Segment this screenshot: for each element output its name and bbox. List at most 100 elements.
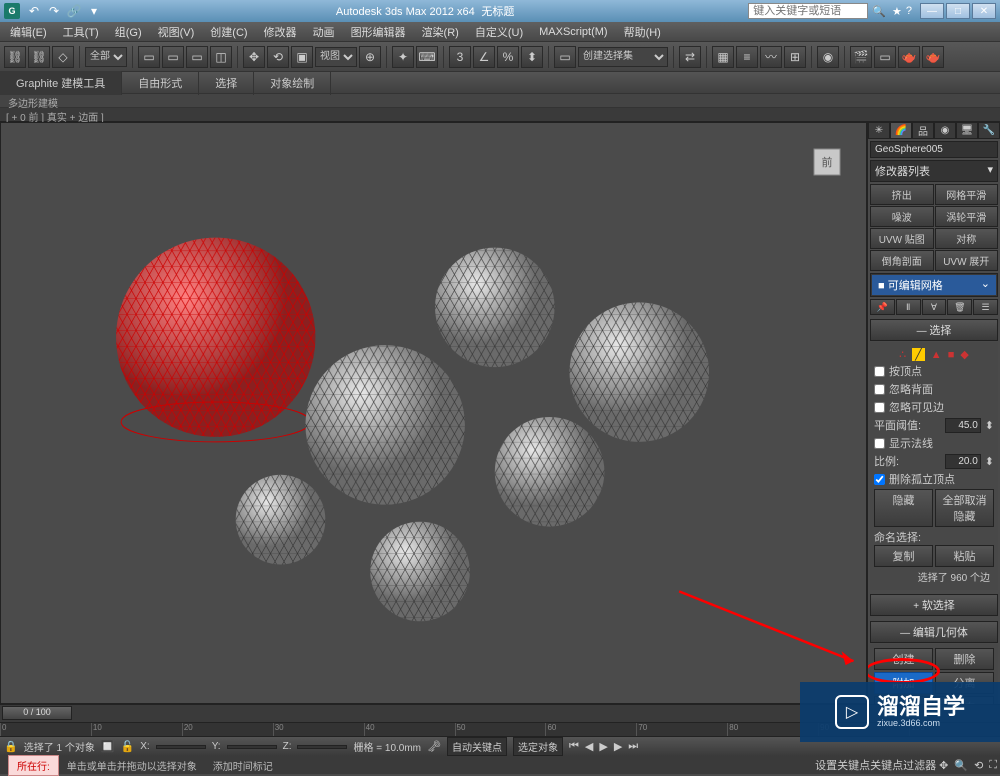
move-icon[interactable]: ✥: [243, 46, 265, 68]
window-crossing-icon[interactable]: ◫: [210, 46, 232, 68]
subobj-element-icon[interactable]: ◆: [960, 348, 968, 361]
rollout-softselection[interactable]: + 软选择: [870, 594, 998, 616]
nav-zoom-icon[interactable]: 🔍: [951, 759, 971, 772]
subobj-edge-icon[interactable]: ╱: [912, 348, 925, 361]
help-icon[interactable]: ?: [906, 5, 912, 17]
normal-scale-field[interactable]: 20.0: [945, 454, 981, 469]
selected-key-field[interactable]: 选定对象: [513, 737, 563, 756]
layers-icon[interactable]: ≡: [736, 46, 758, 68]
play-prev-icon[interactable]: ◀: [585, 740, 593, 753]
planar-threshold-field[interactable]: 45.0: [945, 418, 981, 433]
pin-stack-icon[interactable]: 📌: [870, 299, 895, 315]
delete-button[interactable]: 删除: [935, 648, 994, 670]
create-button[interactable]: 创建: [874, 648, 933, 670]
lock-icon[interactable]: 🔓: [121, 740, 135, 753]
ignore-vis-check[interactable]: [874, 402, 885, 413]
modifier-stack[interactable]: ■ 可编辑网格⌄: [870, 273, 998, 297]
curve-editor-icon[interactable]: 〰: [760, 46, 782, 68]
search-icon[interactable]: 🔍: [872, 5, 886, 18]
material-icon[interactable]: ◉: [817, 46, 839, 68]
percent-snap-icon[interactable]: %: [497, 46, 519, 68]
unhide-all-button[interactable]: 全部取消隐藏: [935, 489, 994, 527]
close-button[interactable]: ✕: [972, 3, 996, 19]
object-name-field[interactable]: GeoSphere005: [870, 141, 998, 158]
unlink-icon[interactable]: ⛓: [28, 46, 50, 68]
qat-dropdown-icon[interactable]: ▾: [86, 3, 102, 19]
nav-pan-icon[interactable]: ✥: [936, 759, 951, 772]
viewcube[interactable]: 前: [806, 141, 848, 183]
ribbon-tab-selection[interactable]: 选择: [199, 71, 254, 95]
schematic-icon[interactable]: ⊞: [784, 46, 806, 68]
render-prod-icon[interactable]: 🫖: [922, 46, 944, 68]
rotate-icon[interactable]: ⟲: [267, 46, 289, 68]
render-frame-icon[interactable]: ▭: [874, 46, 896, 68]
spinner-icon[interactable]: ⬍: [985, 455, 994, 468]
quick-uvwmap[interactable]: UVW 贴图: [870, 228, 934, 249]
y-field[interactable]: [227, 745, 277, 749]
keyfilter-button[interactable]: 关键点过滤器: [870, 757, 936, 773]
menu-rendering[interactable]: 渲染(R): [418, 22, 463, 42]
tab-hierarchy-icon[interactable]: 品: [912, 122, 934, 139]
rollout-selection[interactable]: — 选择: [870, 319, 998, 341]
menu-animation[interactable]: 动画: [309, 22, 339, 42]
viewport-label[interactable]: [ + 0 前 ] 真实 + 边面 ]: [0, 108, 1000, 122]
setkey-button[interactable]: 设置关键点: [815, 757, 870, 773]
tab-motion-icon[interactable]: ◉: [934, 122, 956, 139]
render-setup-icon[interactable]: 🎬: [850, 46, 872, 68]
qat-redo-icon[interactable]: ↷: [46, 3, 62, 19]
select-name-icon[interactable]: ▭: [162, 46, 184, 68]
ignore-back-check[interactable]: [874, 384, 885, 395]
show-end-icon[interactable]: Ⅱ: [896, 299, 921, 315]
select-region-icon[interactable]: ▭: [186, 46, 208, 68]
snap-icon[interactable]: 3: [449, 46, 471, 68]
stack-editable-mesh[interactable]: ■ 可编辑网格⌄: [872, 275, 996, 295]
copy-button[interactable]: 复制: [874, 545, 933, 567]
menu-group[interactable]: 组(G): [111, 22, 146, 42]
select-icon[interactable]: ▭: [138, 46, 160, 68]
favorite-icon[interactable]: ★: [892, 5, 902, 18]
subobj-vertex-icon[interactable]: ∴: [899, 348, 906, 361]
tab-create-icon[interactable]: ✳: [868, 122, 890, 139]
nav-max-icon[interactable]: ⛶: [986, 759, 1000, 772]
mirror-icon[interactable]: ⇄: [679, 46, 701, 68]
tab-modify-icon[interactable]: 🌈: [890, 122, 912, 139]
scale-icon[interactable]: ▣: [291, 46, 313, 68]
menu-views[interactable]: 视图(V): [154, 22, 199, 42]
autokey-button[interactable]: 自动关键点: [447, 737, 507, 756]
paste-button[interactable]: 粘贴: [935, 545, 994, 567]
menu-create[interactable]: 创建(C): [206, 22, 251, 42]
align-icon[interactable]: ▦: [712, 46, 734, 68]
subobj-face-icon[interactable]: ▲: [931, 349, 942, 361]
show-normals-check[interactable]: [874, 438, 885, 449]
isolate-icon[interactable]: 🔲: [101, 740, 115, 753]
spinner-snap-icon[interactable]: ⬍: [521, 46, 543, 68]
menu-edit[interactable]: 编辑(E): [6, 22, 51, 42]
maximize-button[interactable]: □: [946, 3, 970, 19]
ribbon-tab-freeform[interactable]: 自由形式: [122, 71, 199, 95]
pivot-icon[interactable]: ⊕: [359, 46, 381, 68]
z-field[interactable]: [297, 745, 347, 749]
named-selection[interactable]: 创建选择集: [578, 47, 668, 67]
selection-filter[interactable]: 全部: [85, 47, 127, 67]
by-vertex-check[interactable]: [874, 366, 885, 377]
selection-lock-icon[interactable]: 🔒: [4, 740, 18, 753]
link-icon[interactable]: ⛓: [4, 46, 26, 68]
remove-mod-icon[interactable]: 🗑: [947, 299, 972, 315]
add-time-tag[interactable]: 添加时间标记: [205, 758, 281, 773]
angle-snap-icon[interactable]: ∠: [473, 46, 495, 68]
nav-orbit-icon[interactable]: ⟲: [971, 759, 986, 772]
play-icon[interactable]: ▶: [599, 740, 607, 753]
hide-button[interactable]: 隐藏: [874, 489, 933, 527]
qat-link-icon[interactable]: 🔗: [66, 3, 82, 19]
menu-customize[interactable]: 自定义(U): [471, 22, 527, 42]
delete-iso-check[interactable]: [874, 474, 885, 485]
spinner-icon[interactable]: ⬍: [985, 419, 994, 432]
menu-grapheditors[interactable]: 图形编辑器: [347, 22, 410, 42]
editnamed-icon[interactable]: ▭: [554, 46, 576, 68]
menu-maxscript[interactable]: MAXScript(M): [535, 24, 611, 40]
modifier-list[interactable]: 修改器列表▾: [870, 160, 998, 182]
time-slider-handle[interactable]: 0 / 100: [2, 706, 72, 720]
menu-modifiers[interactable]: 修改器: [260, 22, 301, 42]
help-search-input[interactable]: [748, 3, 868, 19]
key-icon[interactable]: 🗝: [427, 740, 441, 753]
